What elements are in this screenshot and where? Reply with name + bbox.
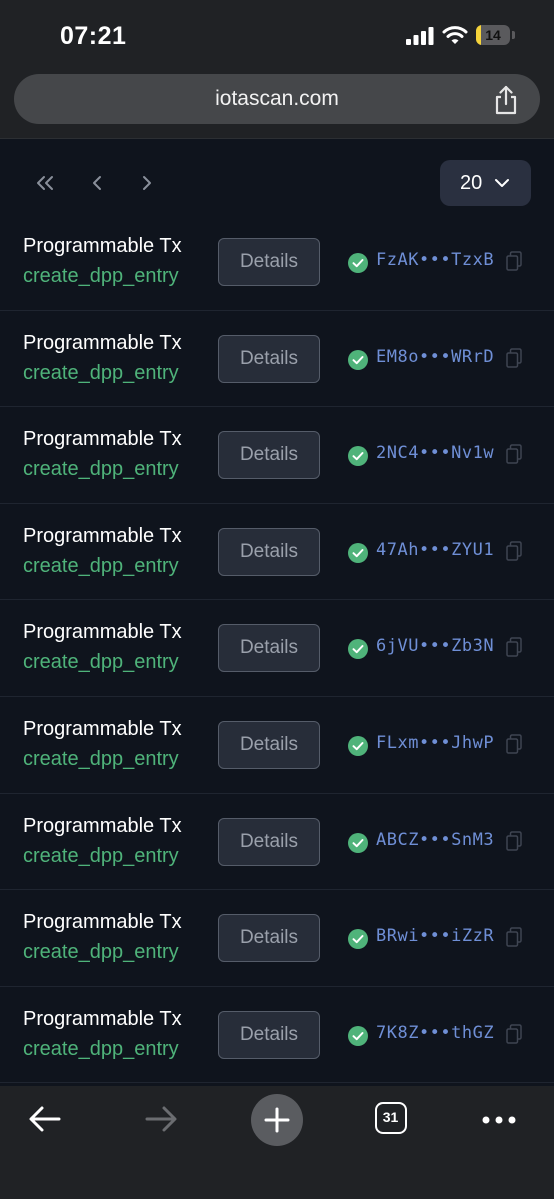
copy-icon[interactable] xyxy=(506,541,522,561)
transaction-digest[interactable]: 7K8Z•••thGZ xyxy=(376,1023,494,1043)
transaction-digest[interactable]: ABCZ•••SnM3 xyxy=(376,830,494,850)
copy-icon[interactable] xyxy=(506,347,522,368)
transaction-row: Programmable Tx create_dpp_entry Details… xyxy=(0,311,554,408)
transaction-row: Programmable Tx create_dpp_entry Details… xyxy=(0,697,554,794)
transaction-type: Programmable Tx xyxy=(23,331,182,354)
check-circle-icon xyxy=(348,639,368,660)
check-circle-icon xyxy=(348,1025,368,1046)
first-page-icon[interactable] xyxy=(32,172,58,194)
check-circle-icon xyxy=(348,542,368,563)
transaction-type: Programmable Tx xyxy=(23,428,182,451)
transaction-row: Programmable Tx create_dpp_entry Details… xyxy=(0,504,554,601)
cellular-signal-icon xyxy=(406,27,434,45)
more-ellipsis-icon[interactable] xyxy=(482,1116,516,1124)
details-button[interactable]: Details xyxy=(218,817,320,866)
transaction-type: Programmable Tx xyxy=(23,621,182,644)
transaction-function[interactable]: create_dpp_entry xyxy=(23,458,179,481)
details-button[interactable]: Details xyxy=(218,1010,320,1059)
plus-icon xyxy=(264,1107,290,1133)
back-arrow-icon[interactable] xyxy=(28,1104,62,1134)
browser-toolbar: 31 xyxy=(0,1086,554,1199)
transaction-row: Programmable Tx create_dpp_entry Details… xyxy=(0,600,554,697)
transaction-type: Programmable Tx xyxy=(23,814,182,837)
transaction-type: Programmable Tx xyxy=(23,717,182,740)
copy-icon[interactable] xyxy=(506,1024,522,1044)
page-size-value: 20 xyxy=(460,172,483,194)
check-circle-icon xyxy=(348,349,368,370)
transaction-type: Programmable Tx xyxy=(23,911,182,934)
check-circle-icon xyxy=(348,735,368,756)
details-button[interactable]: Details xyxy=(218,334,320,383)
details-button[interactable]: Details xyxy=(218,238,320,286)
transaction-digest[interactable]: 2NC4•••Nv1w xyxy=(376,443,494,463)
chevron-down-icon xyxy=(495,179,509,187)
transaction-type: Programmable Tx xyxy=(23,524,182,547)
transaction-function[interactable]: create_dpp_entry xyxy=(23,555,179,578)
transaction-type: Programmable Tx xyxy=(23,235,182,257)
transaction-row: Programmable Tx create_dpp_entry Details… xyxy=(0,214,554,311)
transaction-row: Programmable Tx create_dpp_entry Details… xyxy=(0,987,554,1084)
transaction-digest[interactable]: BRwi•••iZzR xyxy=(376,926,494,946)
browser-address-area: iotascan.com xyxy=(0,70,554,139)
copy-icon[interactable] xyxy=(506,637,522,658)
details-button[interactable]: Details xyxy=(218,914,320,963)
details-button[interactable]: Details xyxy=(218,431,320,480)
copy-icon[interactable] xyxy=(506,734,522,754)
transaction-function[interactable]: create_dpp_entry xyxy=(23,1038,179,1061)
transaction-type: Programmable Tx xyxy=(23,1007,182,1030)
tab-count: 31 xyxy=(382,1109,399,1125)
check-circle-icon xyxy=(348,929,368,950)
details-button[interactable]: Details xyxy=(218,720,320,769)
copy-icon[interactable] xyxy=(506,830,522,851)
transaction-digest[interactable]: 47Ah•••ZYU1 xyxy=(376,540,494,560)
transaction-digest[interactable]: FzAK•••TzxB xyxy=(376,250,494,270)
status-bar: 07:21 14 xyxy=(0,0,554,70)
transaction-function[interactable]: create_dpp_entry xyxy=(23,265,179,288)
transaction-function[interactable]: create_dpp_entry xyxy=(23,362,179,385)
transaction-digest[interactable]: EM8o•••WRrD xyxy=(376,347,494,367)
transaction-list: Programmable Tx create_dpp_entry Details… xyxy=(0,214,554,1084)
check-circle-icon xyxy=(348,446,368,467)
transaction-row: Programmable Tx create_dpp_entry Details… xyxy=(0,407,554,504)
clock: 07:21 xyxy=(60,22,127,50)
battery-level: 14 xyxy=(485,27,501,43)
check-circle-icon xyxy=(348,832,368,853)
page-size-select[interactable]: 20 xyxy=(440,160,531,206)
details-button[interactable]: Details xyxy=(218,527,320,576)
new-tab-button[interactable] xyxy=(251,1094,303,1146)
details-button[interactable]: Details xyxy=(218,624,320,673)
tabs-button[interactable]: 31 xyxy=(375,1102,407,1134)
copy-icon[interactable] xyxy=(506,444,522,464)
address-bar[interactable]: iotascan.com xyxy=(14,74,540,124)
transaction-function[interactable]: create_dpp_entry xyxy=(23,941,179,964)
transaction-row: Programmable Tx create_dpp_entry Details… xyxy=(0,794,554,891)
url-text[interactable]: iotascan.com xyxy=(14,74,540,124)
share-icon[interactable] xyxy=(492,85,520,115)
copy-icon[interactable] xyxy=(506,927,522,947)
transaction-digest[interactable]: 6jVU•••Zb3N xyxy=(376,636,494,656)
transaction-function[interactable]: create_dpp_entry xyxy=(23,748,179,771)
transaction-digest[interactable]: FLxm•••JhwP xyxy=(376,733,494,753)
previous-page-icon[interactable] xyxy=(88,172,106,194)
next-page-icon[interactable] xyxy=(138,172,156,194)
battery-indicator: 14 xyxy=(476,25,516,47)
transaction-function[interactable]: create_dpp_entry xyxy=(23,651,179,674)
transaction-row: Programmable Tx create_dpp_entry Details… xyxy=(0,890,554,987)
transaction-function[interactable]: create_dpp_entry xyxy=(23,845,179,868)
copy-icon[interactable] xyxy=(506,251,522,271)
check-circle-icon xyxy=(348,253,368,273)
wifi-icon xyxy=(442,26,468,44)
forward-arrow-icon[interactable] xyxy=(144,1104,178,1134)
